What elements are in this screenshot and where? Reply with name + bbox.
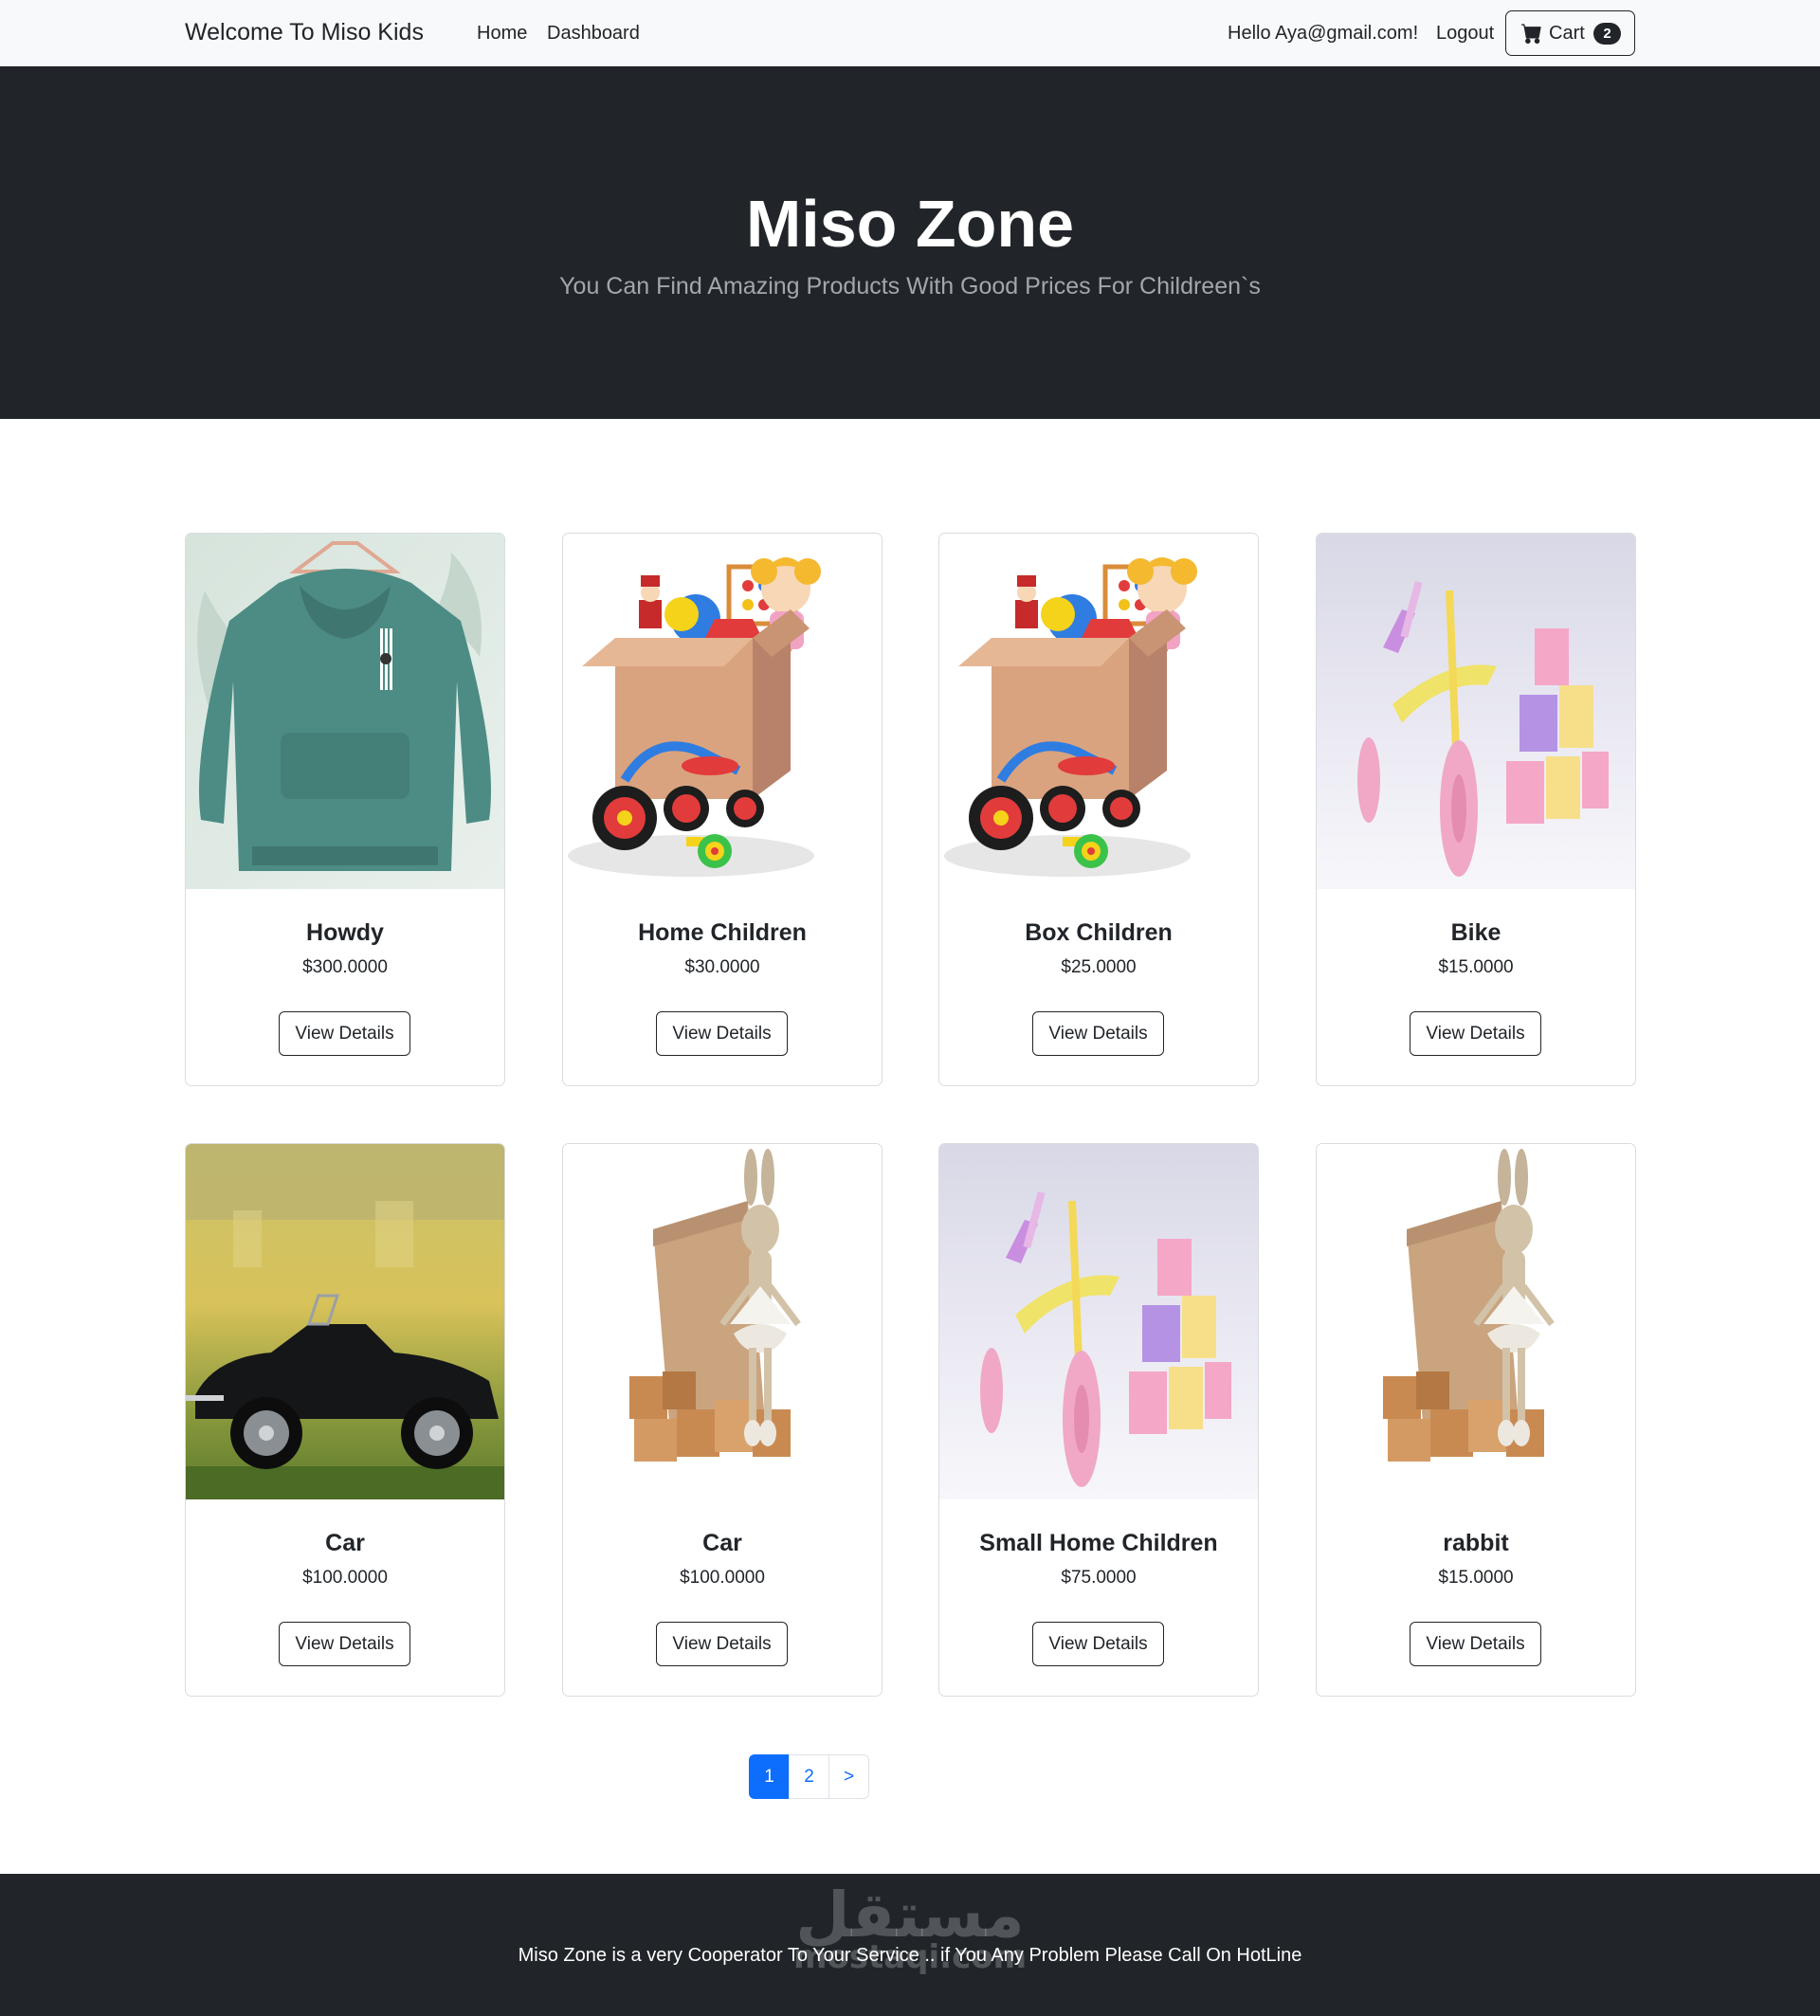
product-image xyxy=(1317,1144,1635,1499)
product-name: Bike xyxy=(1450,919,1502,946)
pagination: 1 2 > xyxy=(749,1754,869,1799)
page-next-link[interactable]: > xyxy=(828,1754,869,1799)
product-card: Car $100.0000 View Details xyxy=(185,1143,505,1697)
product-price: $100.0000 xyxy=(680,1568,765,1588)
product-price: $30.0000 xyxy=(684,957,760,977)
product-image xyxy=(939,1144,1258,1499)
product-image xyxy=(939,534,1258,889)
product-card: rabbit $15.0000 View Details xyxy=(1316,1143,1636,1697)
product-name: Small Home Children xyxy=(979,1530,1218,1556)
view-details-button[interactable]: View Details xyxy=(656,1011,788,1056)
product-price: $25.0000 xyxy=(1061,957,1137,977)
logout-link[interactable]: Logout xyxy=(1436,23,1494,45)
product-name: Car xyxy=(325,1530,365,1556)
view-details-button[interactable]: View Details xyxy=(1410,1011,1541,1056)
brand-link[interactable]: Welcome To Miso Kids xyxy=(185,19,424,46)
view-details-button[interactable]: View Details xyxy=(656,1622,788,1666)
product-card: Howdy $300.0000 View Details xyxy=(185,533,505,1086)
product-image xyxy=(186,1144,504,1499)
page-link-1[interactable]: 1 xyxy=(749,1754,790,1799)
product-name: Home Children xyxy=(638,919,807,946)
product-name: Box Children xyxy=(1025,919,1173,946)
product-price: $15.0000 xyxy=(1438,1568,1514,1588)
cart-button[interactable]: Cart 2 xyxy=(1505,10,1635,56)
product-name: Car xyxy=(702,1530,742,1556)
product-card: Small Home Children $75.0000 View Detail… xyxy=(938,1143,1259,1697)
product-price: $300.0000 xyxy=(302,957,388,977)
view-details-button[interactable]: View Details xyxy=(1410,1622,1541,1666)
product-image xyxy=(563,534,882,889)
product-price: $100.0000 xyxy=(302,1568,388,1588)
product-price: $15.0000 xyxy=(1438,957,1514,977)
nav-dashboard-link[interactable]: Dashboard xyxy=(547,23,640,45)
product-card: Box Children $25.0000 View Details xyxy=(938,533,1259,1086)
cart-count-badge: 2 xyxy=(1593,23,1621,45)
nav-home-link[interactable]: Home xyxy=(477,23,527,45)
view-details-button[interactable]: View Details xyxy=(1032,1622,1164,1666)
product-name: rabbit xyxy=(1443,1530,1509,1556)
footer: مستقل mostaqi.com Miso Zone is a very Co… xyxy=(0,1874,1820,2016)
hero-title: Miso Zone xyxy=(745,187,1075,261)
user-greeting: Hello Aya@gmail.com! xyxy=(1228,23,1419,44)
view-details-button[interactable]: View Details xyxy=(279,1622,410,1666)
footer-text: Miso Zone is a very Cooperator To Your S… xyxy=(518,1945,1302,1966)
product-card: Car $100.0000 View Details xyxy=(562,1143,883,1697)
cart-icon xyxy=(1521,23,1542,44)
product-name: Howdy xyxy=(306,919,384,946)
navbar: Welcome To Miso Kids Home Dashboard Hell… xyxy=(0,0,1820,66)
view-details-button[interactable]: View Details xyxy=(1032,1011,1164,1056)
hero-banner: Miso Zone You Can Find Amazing Products … xyxy=(0,66,1820,419)
product-card: Bike $15.0000 View Details xyxy=(1316,533,1636,1086)
view-details-button[interactable]: View Details xyxy=(279,1011,410,1056)
cart-label: Cart xyxy=(1549,23,1585,44)
product-image xyxy=(563,1144,882,1499)
hero-subtitle: You Can Find Amazing Products With Good … xyxy=(559,273,1261,300)
product-card: Home Children $30.0000 View Details xyxy=(562,533,883,1086)
product-image xyxy=(186,534,504,889)
product-price: $75.0000 xyxy=(1061,1568,1137,1588)
product-image xyxy=(1317,534,1635,889)
page-link-2[interactable]: 2 xyxy=(789,1754,829,1799)
